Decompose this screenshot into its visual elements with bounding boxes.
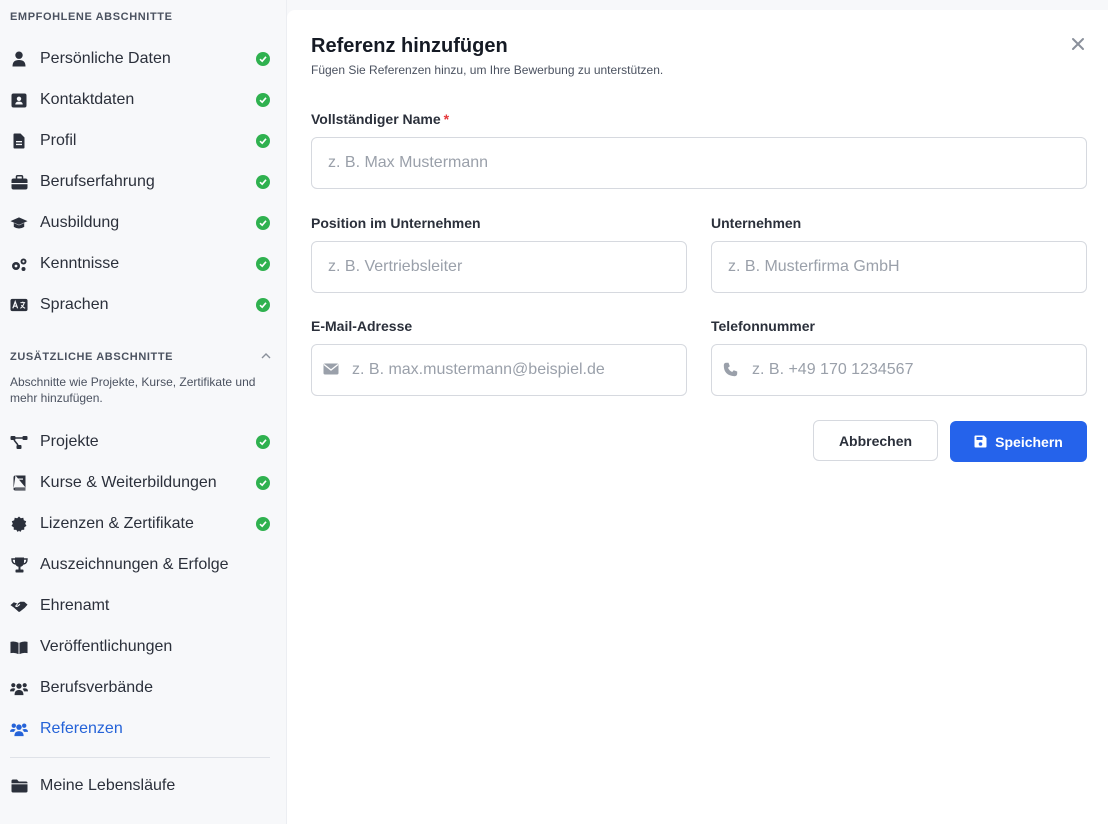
full-name-input[interactable]	[311, 137, 1087, 189]
envelope-icon	[323, 362, 339, 378]
check-icon	[256, 93, 270, 107]
check-icon	[256, 216, 270, 230]
sidebar-item-projekte[interactable]: Projekte	[0, 426, 286, 458]
diagram-icon	[10, 434, 28, 450]
sidebar-item-label: Profil	[40, 132, 77, 149]
sidebar-item-profil[interactable]: Profil	[0, 125, 286, 157]
cancel-button[interactable]: Abbrechen	[813, 420, 938, 461]
reference-form-panel: Referenz hinzufügen Fügen Sie Referenzen…	[287, 10, 1108, 824]
people-group-icon	[10, 680, 28, 696]
sidebar-item-label: Projekte	[40, 433, 99, 450]
sidebar-item-referenzen[interactable]: Referenzen	[0, 713, 286, 745]
user-icon	[10, 51, 28, 67]
check-icon	[256, 517, 270, 531]
sidebar-item-berufserfahrung[interactable]: Berufserfahrung	[0, 166, 286, 198]
page-title: Referenz hinzufügen	[311, 35, 508, 57]
sidebar-item-label: Berufserfahrung	[40, 173, 155, 190]
sidebar-item-label: Kontaktdaten	[40, 91, 135, 108]
floppy-disk-icon	[974, 435, 987, 448]
check-icon	[256, 257, 270, 271]
sidebar-item-label: Ehrenamt	[40, 597, 110, 614]
sidebar-item-lizenzen[interactable]: Lizenzen & Zertifikate	[0, 508, 286, 540]
trophy-icon	[10, 557, 28, 573]
folder-icon	[10, 778, 28, 794]
position-label: Position im Unternehmen	[311, 215, 481, 231]
check-icon	[256, 134, 270, 148]
sidebar-item-label: Sprachen	[40, 296, 109, 313]
cancel-button-label: Abbrechen	[838, 432, 913, 449]
sidebar-divider	[10, 757, 270, 758]
additional-sections-description: Abschnitte wie Projekte, Kurse, Zertifik…	[10, 375, 256, 405]
sidebar-item-label: Berufsverbände	[40, 679, 153, 696]
full-name-label: Vollständiger Name *	[311, 111, 449, 127]
check-icon	[256, 435, 270, 449]
sidebar-item-label: Kurse & Weiterbildungen	[40, 474, 217, 491]
certificate-icon	[10, 516, 28, 532]
chevron-up-icon[interactable]	[259, 349, 273, 363]
phone-icon	[723, 362, 739, 378]
sidebar-item-label: Meine Lebensläufe	[40, 777, 176, 794]
graduation-cap-icon	[10, 215, 28, 231]
sidebar-item-label: Lizenzen & Zertifikate	[40, 515, 194, 532]
company-label: Unternehmen	[711, 215, 802, 231]
contact-card-icon	[10, 92, 28, 108]
sidebar-item-label: Auszeichnungen & Erfolge	[40, 556, 229, 573]
check-icon	[256, 52, 270, 66]
company-input[interactable]	[711, 241, 1087, 293]
close-icon[interactable]	[1070, 36, 1086, 52]
sidebar-item-kenntnisse[interactable]: Kenntnisse	[0, 248, 286, 280]
gears-icon	[10, 256, 28, 272]
phone-label: Telefonnummer	[711, 318, 815, 334]
sidebar-item-persoenliche-daten[interactable]: Persönliche Daten	[0, 43, 286, 75]
additional-sections-title: ZUSÄTZLICHE ABSCHNITTE	[10, 351, 174, 363]
sidebar-item-label: Kenntnisse	[40, 255, 120, 272]
sidebar-item-berufsverbaende[interactable]: Berufsverbände	[0, 672, 286, 704]
full-name-label-text: Vollständiger Name	[311, 111, 441, 127]
sidebar-item-meine-lebenslaeufe[interactable]: Meine Lebensläufe	[0, 770, 286, 802]
users-icon	[10, 721, 28, 737]
sidebar-item-sprachen[interactable]: Sprachen	[0, 289, 286, 321]
sidebar-item-label: Veröffentlichungen	[40, 638, 173, 655]
page-subtitle: Fügen Sie Referenzen hinzu, um Ihre Bewe…	[311, 63, 664, 77]
sidebar-item-ehrenamt[interactable]: Ehrenamt	[0, 590, 286, 622]
sidebar-item-label: Persönliche Daten	[40, 50, 171, 67]
position-input[interactable]	[311, 241, 687, 293]
sidebar-item-label: Ausbildung	[40, 214, 120, 231]
sidebar-item-kontaktdaten[interactable]: Kontaktdaten	[0, 84, 286, 116]
sidebar: EMPFOHLENE ABSCHNITTE Persönliche Daten …	[0, 0, 287, 824]
phone-input[interactable]	[711, 344, 1087, 396]
book-icon	[10, 475, 28, 491]
sidebar-item-ausbildung[interactable]: Ausbildung	[0, 207, 286, 239]
email-label: E-Mail-Adresse	[311, 318, 413, 334]
sidebar-item-label: Referenzen	[40, 720, 123, 737]
check-icon	[256, 476, 270, 490]
document-icon	[10, 133, 28, 149]
required-marker: *	[443, 111, 450, 127]
handshake-icon	[10, 598, 28, 614]
sidebar-item-kurse[interactable]: Kurse & Weiterbildungen	[0, 467, 286, 499]
save-button[interactable]: Speichern	[950, 421, 1087, 462]
recommended-sections-title: EMPFOHLENE ABSCHNITTE	[10, 11, 173, 23]
open-book-icon	[10, 639, 28, 655]
language-icon	[10, 297, 28, 313]
check-icon	[256, 175, 270, 189]
sidebar-item-auszeichnungen[interactable]: Auszeichnungen & Erfolge	[0, 549, 286, 581]
sidebar-item-veroeffentlichungen[interactable]: Veröffentlichungen	[0, 631, 286, 663]
check-icon	[256, 298, 270, 312]
briefcase-icon	[10, 174, 28, 190]
save-button-label: Speichern	[995, 433, 1063, 450]
email-input[interactable]	[311, 344, 687, 396]
